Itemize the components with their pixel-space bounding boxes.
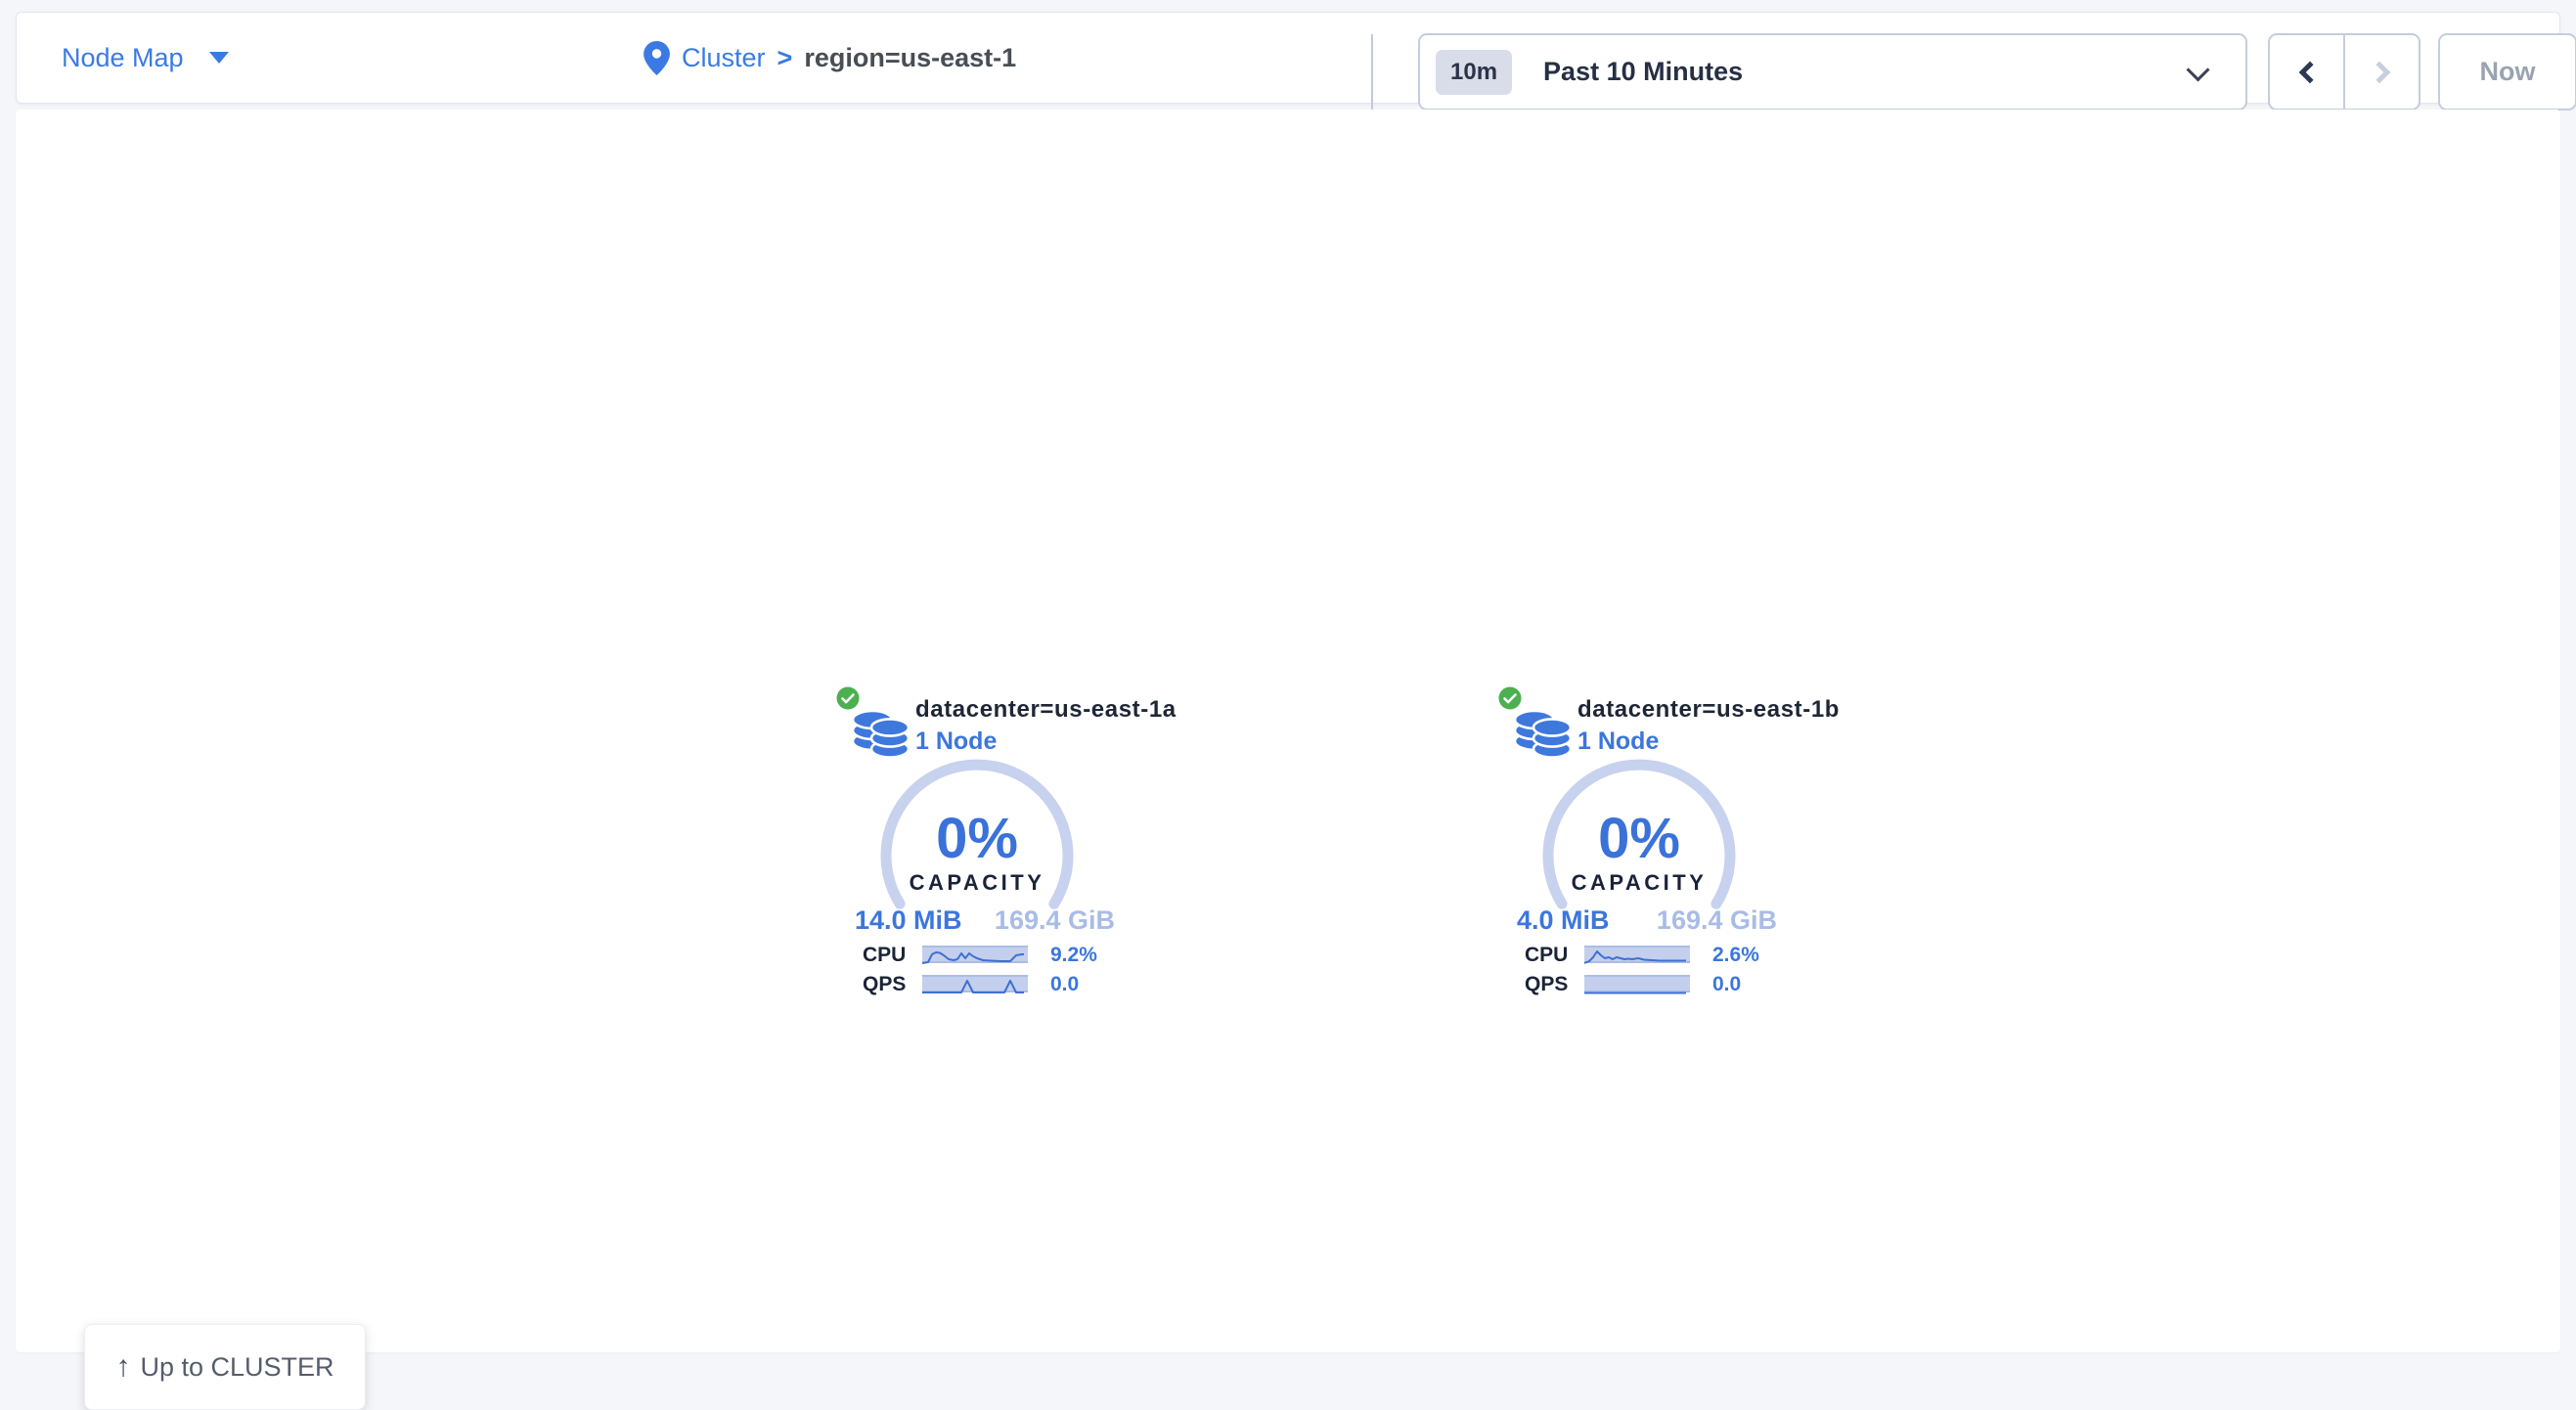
up-to-cluster-label: Up to CLUSTER — [140, 1352, 333, 1383]
datacenter-card[interactable]: datacenter=us-east-1b 1 Node 0% CAPACITY… — [1495, 684, 1847, 1007]
qps-sparkline — [922, 975, 1028, 992]
topbar-divider — [1371, 34, 1373, 110]
time-range-badge: 10m — [1436, 50, 1512, 95]
breadcrumb-cluster-link[interactable]: Cluster — [682, 43, 766, 73]
datacenter-card[interactable]: datacenter=us-east-1a 1 Node 0% CAPACITY… — [833, 684, 1185, 1007]
datacenter-node-count: 1 Node — [915, 727, 997, 756]
breadcrumb-separator: > — [777, 43, 793, 73]
view-selector-label: Node Map — [62, 43, 184, 73]
capacity-caption: CAPACITY — [1536, 870, 1742, 896]
capacity-used: 4.0 MiB — [1517, 905, 1610, 936]
metric-value: 9.2% — [1050, 944, 1097, 967]
time-range-label: Past 10 Minutes — [1543, 57, 1743, 87]
location-pin-icon — [644, 41, 670, 75]
arrow-up-icon: ↑ — [115, 1352, 130, 1382]
chevron-right-icon — [2368, 61, 2390, 83]
datacenter-title: datacenter=us-east-1a — [915, 696, 1177, 724]
metric-value: 0.0 — [1050, 973, 1079, 996]
now-button[interactable]: Now — [2438, 33, 2576, 110]
node-map-canvas: datacenter=us-east-1a 1 Node 0% CAPACITY… — [16, 110, 2560, 1352]
metric-value: 2.6% — [1712, 944, 1759, 967]
metric-value: 0.0 — [1712, 973, 1741, 996]
capacity-total: 169.4 GiB — [995, 905, 1115, 936]
datacenter-title: datacenter=us-east-1b — [1577, 696, 1840, 724]
time-forward-button[interactable] — [2343, 35, 2419, 109]
metric-label: CPU — [863, 944, 906, 967]
capacity-caption: CAPACITY — [874, 870, 1080, 896]
metric-label: QPS — [863, 973, 906, 996]
capacity-percent: 0% — [1536, 806, 1742, 871]
capacity-total: 169.4 GiB — [1657, 905, 1777, 936]
breadcrumb-current: region=us-east-1 — [804, 43, 1016, 73]
chevron-left-icon — [2298, 61, 2321, 83]
metric-label: CPU — [1525, 944, 1568, 967]
capacity-values-row: 14.0 MiB 169.4 GiB — [855, 905, 1115, 936]
qps-sparkline — [1584, 975, 1690, 992]
metric-row-qps: QPS 0.0 — [833, 975, 1185, 992]
metric-row-qps: QPS 0.0 — [1495, 975, 1847, 992]
view-selector-dropdown[interactable]: Node Map — [62, 13, 229, 103]
metric-row-cpu: CPU 9.2% — [833, 946, 1185, 963]
metric-row-cpu: CPU 2.6% — [1495, 946, 1847, 963]
top-bar: Node Map Cluster > region=us-east-1 10m … — [16, 12, 2560, 104]
capacity-used: 14.0 MiB — [855, 905, 962, 936]
time-range-selector[interactable]: 10m Past 10 Minutes — [1418, 33, 2247, 110]
chevron-down-icon — [2186, 58, 2209, 81]
time-nav-group — [2268, 33, 2421, 110]
capacity-values-row: 4.0 MiB 169.4 GiB — [1517, 905, 1777, 936]
caret-down-icon — [209, 52, 229, 64]
cpu-sparkline — [1584, 946, 1690, 963]
time-back-button[interactable] — [2270, 35, 2343, 109]
cpu-sparkline — [922, 946, 1028, 963]
capacity-percent: 0% — [874, 806, 1080, 871]
up-to-cluster-button[interactable]: ↑ Up to CLUSTER — [84, 1324, 366, 1410]
metric-label: QPS — [1525, 973, 1568, 996]
breadcrumb: Cluster > region=us-east-1 — [644, 13, 1016, 103]
datacenter-node-count: 1 Node — [1577, 727, 1659, 756]
